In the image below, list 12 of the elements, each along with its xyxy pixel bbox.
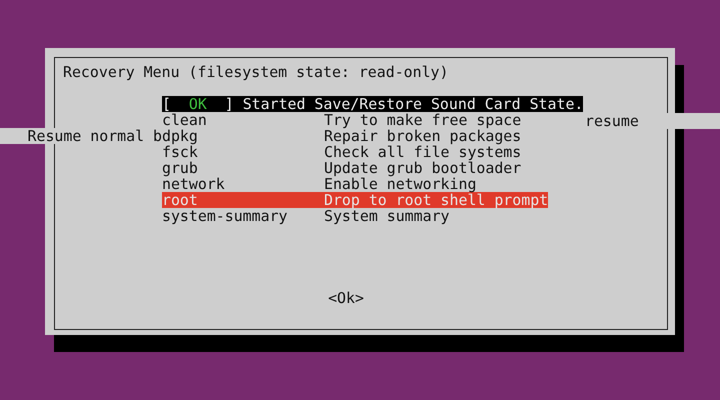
menu-item[interactable]: system-summary System summary	[162, 208, 450, 224]
menu-item[interactable]: dpkg Repair broken packages	[162, 128, 522, 144]
menu-item[interactable]: root Drop to root shell prompt	[162, 192, 548, 208]
menu-item[interactable]: network Enable networking	[162, 176, 476, 192]
glitch-text: Resume normal b	[0, 128, 162, 144]
menu-item[interactable]: fsck Check all file systems	[162, 144, 522, 160]
menu-item[interactable]: clean Try to make free space	[162, 112, 522, 128]
ok-button[interactable]: <Ok>	[328, 290, 364, 306]
menu-item[interactable]: grub Update grub bootloader	[162, 160, 522, 176]
glitch-text: resume	[585, 113, 720, 129]
dialog-title: Recovery Menu (filesystem state: read-only)	[63, 64, 450, 80]
boot-message: [ OK ] Started Save/Restore Sound Card State.	[162, 96, 584, 112]
